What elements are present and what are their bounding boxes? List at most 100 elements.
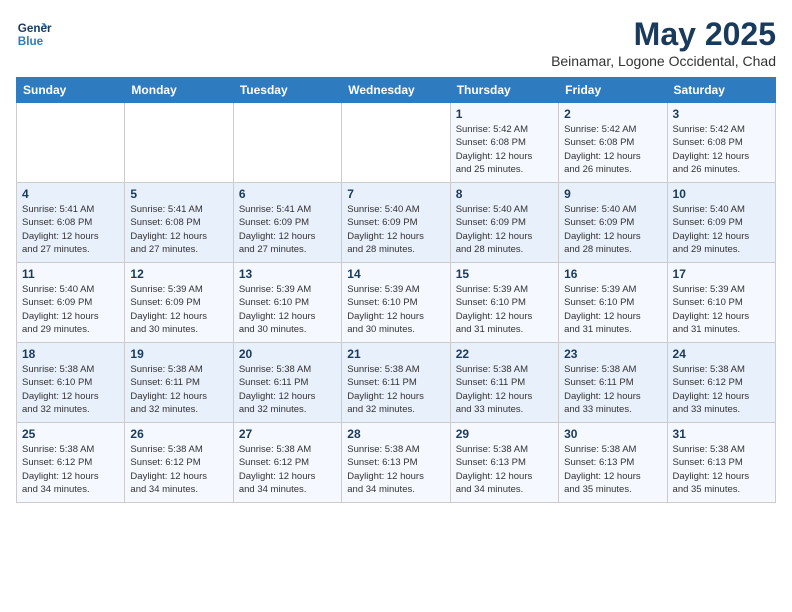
day-number: 13 bbox=[239, 267, 336, 281]
day-number: 14 bbox=[347, 267, 444, 281]
svg-text:Blue: Blue bbox=[18, 35, 44, 48]
calendar-cell: 6Sunrise: 5:41 AM Sunset: 6:09 PM Daylig… bbox=[233, 183, 341, 263]
day-number: 15 bbox=[456, 267, 553, 281]
calendar-cell bbox=[342, 103, 450, 183]
calendar-cell: 10 Sunrise: 5:40 AM Sunset: 6:09 PM Dayli… bbox=[667, 183, 775, 263]
page-header: General Blue May 2025 Beinamar, Logone O… bbox=[16, 16, 776, 69]
day-number: 6 bbox=[239, 187, 336, 201]
day-number: 7 bbox=[347, 187, 444, 201]
calendar-cell: 27Sunrise: 5:38 AM Sunset: 6:12 PM Dayli… bbox=[233, 423, 341, 503]
day-number: 11 bbox=[22, 267, 119, 281]
calendar-cell: 24 Sunrise: 5:38 AM Sunset: 6:12 PM Dayli… bbox=[667, 343, 775, 423]
calendar-cell bbox=[125, 103, 233, 183]
day-info: Sunrise: 5:38 AM Sunset: 6:13 PM Dayligh… bbox=[456, 443, 553, 496]
day-info: Sunrise: 5:39 AM Sunset: 6:10 PM Dayligh… bbox=[673, 283, 770, 336]
calendar-week-1: 1 Sunrise: 5:42 AM Sunset: 6:08 PM Daylig… bbox=[17, 103, 776, 183]
weekday-monday: Monday bbox=[125, 78, 233, 103]
day-info: Sunrise: 5:38 AM Sunset: 6:12 PM Dayligh… bbox=[673, 363, 770, 416]
calendar-week-5: 25 Sunrise: 5:38 AM Sunset: 6:12 PM Dayli… bbox=[17, 423, 776, 503]
day-info: Sunrise: 5:38 AM Sunset: 6:11 PM Dayligh… bbox=[347, 363, 444, 416]
day-number: 3 bbox=[673, 107, 770, 121]
day-info: Sunrise: 5:38 AM Sunset: 6:11 PM Dayligh… bbox=[456, 363, 553, 416]
calendar-week-3: 11 Sunrise: 5:40 AM Sunset: 6:09 PM Dayli… bbox=[17, 263, 776, 343]
day-info: Sunrise: 5:39 AM Sunset: 6:10 PM Dayligh… bbox=[456, 283, 553, 336]
day-info: Sunrise: 5:41 AM Sunset: 6:08 PM Dayligh… bbox=[22, 203, 119, 256]
svg-text:General: General bbox=[18, 22, 52, 35]
day-number: 27 bbox=[239, 427, 336, 441]
month-title: May 2025 bbox=[551, 16, 776, 53]
calendar-cell: 12Sunrise: 5:39 AM Sunset: 6:09 PM Dayli… bbox=[125, 263, 233, 343]
calendar-cell bbox=[233, 103, 341, 183]
weekday-friday: Friday bbox=[559, 78, 667, 103]
day-info: Sunrise: 5:38 AM Sunset: 6:13 PM Dayligh… bbox=[673, 443, 770, 496]
calendar-cell: 21 Sunrise: 5:38 AM Sunset: 6:11 PM Dayli… bbox=[342, 343, 450, 423]
day-number: 17 bbox=[673, 267, 770, 281]
day-number: 10 bbox=[673, 187, 770, 201]
day-info: Sunrise: 5:38 AM Sunset: 6:11 PM Dayligh… bbox=[239, 363, 336, 416]
day-number: 30 bbox=[564, 427, 661, 441]
day-info: Sunrise: 5:38 AM Sunset: 6:12 PM Dayligh… bbox=[22, 443, 119, 496]
calendar-cell: 9Sunrise: 5:40 AM Sunset: 6:09 PM Daylig… bbox=[559, 183, 667, 263]
day-info: Sunrise: 5:38 AM Sunset: 6:10 PM Dayligh… bbox=[22, 363, 119, 416]
calendar-cell: 15 Sunrise: 5:39 AM Sunset: 6:10 PM Dayli… bbox=[450, 263, 558, 343]
location-title: Beinamar, Logone Occidental, Chad bbox=[551, 53, 776, 69]
weekday-header-row: SundayMondayTuesdayWednesdayThursdayFrid… bbox=[17, 78, 776, 103]
weekday-sunday: Sunday bbox=[17, 78, 125, 103]
day-info: Sunrise: 5:42 AM Sunset: 6:08 PM Dayligh… bbox=[564, 123, 661, 176]
day-info: Sunrise: 5:38 AM Sunset: 6:11 PM Dayligh… bbox=[564, 363, 661, 416]
day-number: 29 bbox=[456, 427, 553, 441]
calendar-cell: 14 Sunrise: 5:39 AM Sunset: 6:10 PM Dayli… bbox=[342, 263, 450, 343]
calendar-cell bbox=[17, 103, 125, 183]
calendar-cell: 11 Sunrise: 5:40 AM Sunset: 6:09 PM Dayli… bbox=[17, 263, 125, 343]
calendar-cell: 18Sunrise: 5:38 AM Sunset: 6:10 PM Dayli… bbox=[17, 343, 125, 423]
day-info: Sunrise: 5:40 AM Sunset: 6:09 PM Dayligh… bbox=[347, 203, 444, 256]
weekday-wednesday: Wednesday bbox=[342, 78, 450, 103]
day-info: Sunrise: 5:38 AM Sunset: 6:12 PM Dayligh… bbox=[130, 443, 227, 496]
day-number: 19 bbox=[130, 347, 227, 361]
day-info: Sunrise: 5:41 AM Sunset: 6:08 PM Dayligh… bbox=[130, 203, 227, 256]
day-number: 4 bbox=[22, 187, 119, 201]
calendar-cell: 5Sunrise: 5:41 AM Sunset: 6:08 PM Daylig… bbox=[125, 183, 233, 263]
calendar-cell: 8Sunrise: 5:40 AM Sunset: 6:09 PM Daylig… bbox=[450, 183, 558, 263]
calendar-cell: 29 Sunrise: 5:38 AM Sunset: 6:13 PM Dayli… bbox=[450, 423, 558, 503]
day-info: Sunrise: 5:38 AM Sunset: 6:11 PM Dayligh… bbox=[130, 363, 227, 416]
day-info: Sunrise: 5:39 AM Sunset: 6:10 PM Dayligh… bbox=[347, 283, 444, 336]
calendar-cell: 7 Sunrise: 5:40 AM Sunset: 6:09 PM Daylig… bbox=[342, 183, 450, 263]
title-block: May 2025 Beinamar, Logone Occidental, Ch… bbox=[551, 16, 776, 69]
calendar-table: SundayMondayTuesdayWednesdayThursdayFrid… bbox=[16, 77, 776, 503]
calendar-cell: 20 Sunrise: 5:38 AM Sunset: 6:11 PM Dayli… bbox=[233, 343, 341, 423]
calendar-cell: 16Sunrise: 5:39 AM Sunset: 6:10 PM Dayli… bbox=[559, 263, 667, 343]
weekday-thursday: Thursday bbox=[450, 78, 558, 103]
day-number: 9 bbox=[564, 187, 661, 201]
day-info: Sunrise: 5:42 AM Sunset: 6:08 PM Dayligh… bbox=[456, 123, 553, 176]
calendar-week-4: 18Sunrise: 5:38 AM Sunset: 6:10 PM Dayli… bbox=[17, 343, 776, 423]
day-number: 28 bbox=[347, 427, 444, 441]
day-number: 25 bbox=[22, 427, 119, 441]
calendar-cell: 13 Sunrise: 5:39 AM Sunset: 6:10 PM Dayli… bbox=[233, 263, 341, 343]
calendar-body: 1 Sunrise: 5:42 AM Sunset: 6:08 PM Daylig… bbox=[17, 103, 776, 503]
calendar-cell: 19 Sunrise: 5:38 AM Sunset: 6:11 PM Dayli… bbox=[125, 343, 233, 423]
calendar-cell: 31Sunrise: 5:38 AM Sunset: 6:13 PM Dayli… bbox=[667, 423, 775, 503]
calendar-cell: 26 Sunrise: 5:38 AM Sunset: 6:12 PM Dayli… bbox=[125, 423, 233, 503]
calendar-week-2: 4 Sunrise: 5:41 AM Sunset: 6:08 PM Daylig… bbox=[17, 183, 776, 263]
day-number: 26 bbox=[130, 427, 227, 441]
calendar-cell: 28Sunrise: 5:38 AM Sunset: 6:13 PM Dayli… bbox=[342, 423, 450, 503]
day-number: 21 bbox=[347, 347, 444, 361]
calendar-cell: 25 Sunrise: 5:38 AM Sunset: 6:12 PM Dayli… bbox=[17, 423, 125, 503]
day-info: Sunrise: 5:39 AM Sunset: 6:10 PM Dayligh… bbox=[239, 283, 336, 336]
calendar-cell: 1 Sunrise: 5:42 AM Sunset: 6:08 PM Daylig… bbox=[450, 103, 558, 183]
calendar-cell: 30 Sunrise: 5:38 AM Sunset: 6:13 PM Dayli… bbox=[559, 423, 667, 503]
weekday-saturday: Saturday bbox=[667, 78, 775, 103]
day-info: Sunrise: 5:42 AM Sunset: 6:08 PM Dayligh… bbox=[673, 123, 770, 176]
calendar-cell: 23Sunrise: 5:38 AM Sunset: 6:11 PM Dayli… bbox=[559, 343, 667, 423]
day-number: 1 bbox=[456, 107, 553, 121]
calendar-cell: 2Sunrise: 5:42 AM Sunset: 6:08 PM Daylig… bbox=[559, 103, 667, 183]
day-info: Sunrise: 5:40 AM Sunset: 6:09 PM Dayligh… bbox=[22, 283, 119, 336]
day-number: 24 bbox=[673, 347, 770, 361]
day-number: 12 bbox=[130, 267, 227, 281]
logo-icon: General Blue bbox=[16, 16, 52, 52]
day-number: 20 bbox=[239, 347, 336, 361]
day-info: Sunrise: 5:39 AM Sunset: 6:10 PM Dayligh… bbox=[564, 283, 661, 336]
day-info: Sunrise: 5:38 AM Sunset: 6:13 PM Dayligh… bbox=[564, 443, 661, 496]
day-info: Sunrise: 5:40 AM Sunset: 6:09 PM Dayligh… bbox=[673, 203, 770, 256]
